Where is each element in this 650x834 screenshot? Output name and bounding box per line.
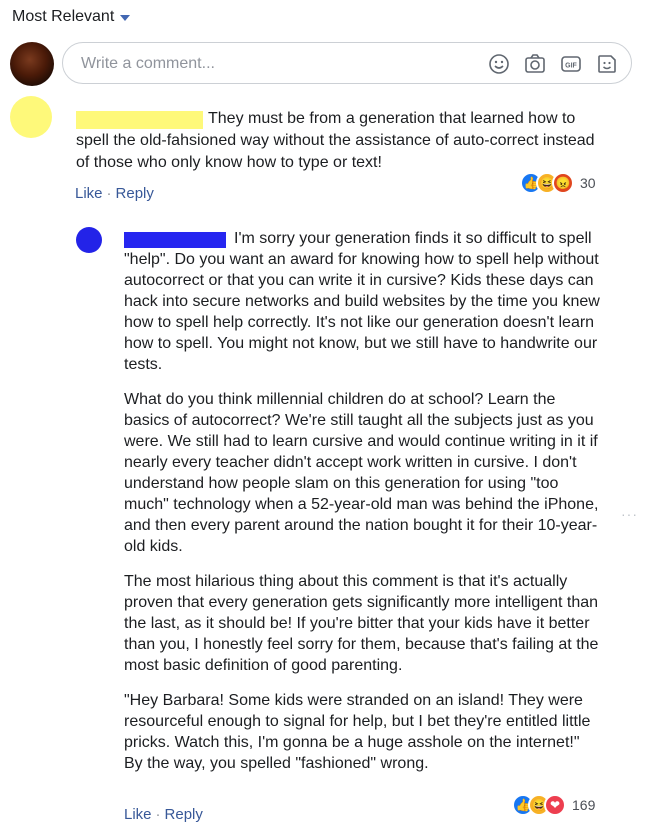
reply-paragraph: What do you think millennial children do… — [124, 391, 599, 555]
separator-dot: · — [106, 185, 112, 202]
more-options-icon[interactable]: ··· — [621, 506, 638, 522]
svg-text:GIF: GIF — [565, 63, 577, 70]
sort-dropdown[interactable]: Most Relevant — [12, 8, 131, 26]
angry-reaction-icon: 😠 — [552, 172, 574, 194]
comment-composer[interactable]: GIF — [62, 42, 632, 84]
reply-reactions[interactable]: 👍 😆 ❤ 169 — [512, 794, 595, 816]
reply-actions: Like · Reply — [124, 806, 203, 823]
reply-text: I'm sorry your generation finds it so di… — [124, 228, 602, 788]
like-link[interactable]: Like — [124, 806, 152, 823]
reply-link[interactable]: Reply — [165, 806, 203, 823]
comment-actions: Like · Reply — [75, 185, 154, 202]
comment-input[interactable] — [79, 52, 463, 76]
emoji-icon[interactable] — [487, 52, 511, 76]
reply-paragraph: "Hey Barbara! Some kids were stranded on… — [124, 692, 591, 772]
sort-label: Most Relevant — [12, 8, 115, 25]
gif-icon[interactable]: GIF — [559, 52, 583, 76]
reaction-count: 30 — [580, 175, 596, 191]
reaction-count: 169 — [572, 797, 596, 813]
separator-dot: · — [155, 806, 161, 823]
commenter-avatar[interactable] — [10, 96, 52, 138]
reply-paragraph: The most hilarious thing about this comm… — [124, 573, 599, 674]
reply-paragraph: I'm sorry your generation finds it so di… — [124, 230, 600, 373]
love-reaction-icon: ❤ — [544, 794, 566, 816]
sticker-icon[interactable] — [595, 52, 619, 76]
camera-icon[interactable] — [523, 52, 547, 76]
comment-reactions[interactable]: 👍 😆 😠 30 — [520, 172, 596, 194]
replier-avatar[interactable] — [76, 227, 102, 253]
reply-link[interactable]: Reply — [116, 185, 154, 202]
comment-text: They must be from a generation that lear… — [76, 110, 595, 171]
chevron-down-icon — [120, 15, 131, 21]
like-link[interactable]: Like — [75, 185, 103, 202]
current-user-avatar — [10, 42, 54, 86]
